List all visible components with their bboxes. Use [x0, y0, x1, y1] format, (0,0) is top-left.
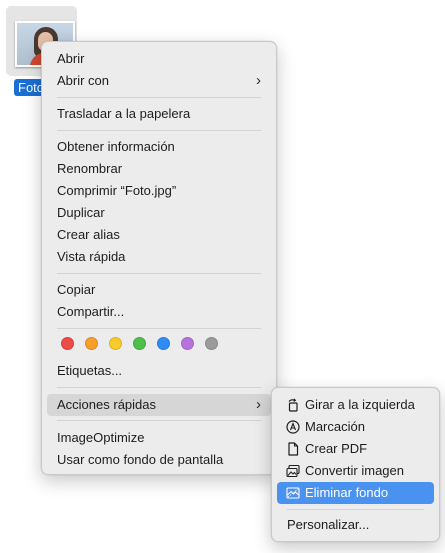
menu-item-label: Compartir... [57, 304, 125, 319]
menu-item-label: ImageOptimize [57, 430, 145, 445]
menu-item-vista-rapida[interactable]: Vista rápida [47, 246, 271, 268]
menu-item-label: Crear alias [57, 227, 120, 242]
tag-red-dot[interactable] [61, 337, 74, 350]
chevron-right-icon: › [256, 72, 261, 89]
menu-item-renombrar[interactable]: Renombrar [47, 158, 271, 180]
menu-item-compartir[interactable]: Compartir... [47, 301, 271, 323]
chevron-right-icon: › [256, 396, 261, 413]
submenu-item-convertir-imagen[interactable]: Convertir imagen [277, 460, 434, 482]
markup-icon [286, 420, 300, 434]
menu-item-label: Obtener información [57, 139, 175, 154]
desktop: Foto Abrir Abrir con › Trasladar a la pa… [0, 0, 445, 553]
menu-item-imageoptimize[interactable]: ImageOptimize [47, 427, 271, 449]
menu-item-label: Copiar [57, 282, 96, 297]
menu-separator [57, 387, 261, 388]
remove-background-icon [286, 487, 300, 499]
submenu-item-girar-izquierda[interactable]: Girar a la izquierda [277, 394, 434, 416]
submenu-item-label: Personalizar... [287, 517, 370, 532]
submenu-item-label: Girar a la izquierda [305, 397, 415, 412]
menu-item-label: Etiquetas... [57, 363, 123, 378]
tag-gray-dot[interactable] [205, 337, 218, 350]
menu-item-abrir-con[interactable]: Abrir con › [47, 70, 271, 92]
menu-item-copiar[interactable]: Copiar [47, 279, 271, 301]
menu-item-crear-alias[interactable]: Crear alias [47, 224, 271, 246]
rotate-left-icon [288, 398, 298, 412]
menu-item-obtener-informacion[interactable]: Obtener información [47, 136, 271, 158]
menu-item-usar-fondo-pantalla[interactable]: Usar como fondo de pantalla [47, 449, 271, 471]
menu-separator [57, 420, 261, 421]
submenu-item-label: Marcación [305, 419, 365, 434]
convert-image-icon [286, 464, 300, 478]
menu-item-label: Renombrar [57, 161, 123, 176]
tag-green-dot[interactable] [133, 337, 146, 350]
context-menu: Abrir Abrir con › Trasladar a la papeler… [41, 41, 277, 475]
submenu-item-label: Eliminar fondo [305, 485, 389, 500]
tag-yellow-dot[interactable] [109, 337, 122, 350]
menu-item-label: Comprimir “Foto.jpg” [57, 183, 177, 198]
menu-item-trasladar-papelera[interactable]: Trasladar a la papelera [47, 103, 271, 125]
menu-separator [57, 328, 261, 329]
submenu-item-crear-pdf[interactable]: Crear PDF [277, 438, 434, 460]
menu-item-label: Abrir con [57, 73, 110, 88]
menu-item-abrir[interactable]: Abrir [47, 48, 271, 70]
submenu-item-personalizar[interactable]: Personalizar... [277, 514, 434, 536]
menu-item-acciones-rapidas[interactable]: Acciones rápidas › [47, 394, 271, 416]
menu-item-label: Vista rápida [57, 249, 126, 264]
menu-item-etiquetas[interactable]: Etiquetas... [47, 360, 271, 382]
menu-separator [287, 509, 424, 510]
menu-item-duplicar[interactable]: Duplicar [47, 202, 271, 224]
menu-item-comprimir[interactable]: Comprimir “Foto.jpg” [47, 180, 271, 202]
submenu-item-label: Convertir imagen [305, 463, 404, 478]
menu-item-label: Acciones rápidas [57, 397, 156, 412]
submenu-item-marcacion[interactable]: Marcación [277, 416, 434, 438]
tag-blue-dot[interactable] [157, 337, 170, 350]
menu-separator [57, 130, 261, 131]
menu-separator [57, 97, 261, 98]
menu-item-label: Usar como fondo de pantalla [57, 452, 224, 467]
submenu-item-label: Crear PDF [305, 441, 368, 456]
menu-item-label: Duplicar [57, 205, 105, 220]
tag-purple-dot[interactable] [181, 337, 194, 350]
menu-separator [57, 273, 261, 274]
tag-orange-dot[interactable] [85, 337, 98, 350]
document-icon [288, 442, 299, 456]
quick-actions-submenu: Girar a la izquierda Marcación Crear PDF… [271, 387, 440, 542]
menu-item-label: Trasladar a la papelera [57, 106, 191, 121]
menu-item-label: Abrir [57, 51, 85, 66]
submenu-item-eliminar-fondo[interactable]: Eliminar fondo [277, 482, 434, 504]
